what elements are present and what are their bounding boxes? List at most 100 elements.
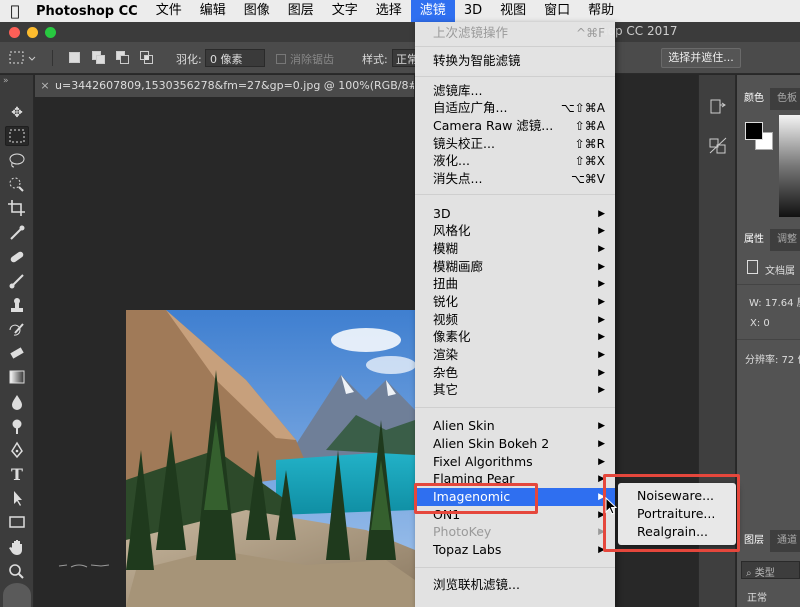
layer-filter-field[interactable]: ⌕ 类型 <box>741 561 800 579</box>
menu-help[interactable]: 帮助 <box>579 0 623 22</box>
document-tab-label: u=3442607809,1530356278&fm=27&gp=0.jpg @… <box>55 79 415 92</box>
zoom-tool-icon[interactable] <box>5 562 29 582</box>
menu-item-distort[interactable]: 扭曲 ▶ <box>415 275 615 293</box>
subtract-from-selection-button[interactable] <box>114 49 132 67</box>
tab-properties[interactable]: 属性 <box>737 229 770 251</box>
submenu-arrow-icon: ▶ <box>598 439 605 449</box>
menu-item-convert-smart-filter[interactable]: 转换为智能滤镜 <box>415 52 615 70</box>
submenu-arrow-icon: ▶ <box>598 279 605 289</box>
menu-type[interactable]: 文字 <box>323 0 367 22</box>
menu-item-3d[interactable]: 3D ▶ <box>415 205 615 223</box>
blend-mode-select[interactable]: 正常 <box>747 589 767 604</box>
menu-layer[interactable]: 图层 <box>279 0 323 22</box>
menu-item-sharpen[interactable]: 锐化 ▶ <box>415 293 615 311</box>
apple-icon[interactable]:  <box>0 2 30 20</box>
menu-item-adaptive-wide-angle[interactable]: 自适应广角... ⌥⇧⌘A <box>415 99 615 117</box>
menu-item-fixel-algorithms[interactable]: Fixel Algorithms ▶ <box>415 453 615 471</box>
x-readout: X: 0 <box>750 318 770 329</box>
tab-color[interactable]: 颜色 <box>737 88 770 110</box>
tab-channels[interactable]: 通道 <box>770 530 797 552</box>
path-selection-tool-icon[interactable] <box>5 489 29 509</box>
app-menu[interactable]: Photoshop CC <box>30 4 147 19</box>
menu-item-camera-raw[interactable]: Camera Raw 滤镜... ⇧⌘A <box>415 117 615 135</box>
menu-item-label: Camera Raw 滤镜... <box>433 118 554 133</box>
quick-selection-tool-icon[interactable] <box>5 175 29 195</box>
menu-edit[interactable]: 编辑 <box>191 0 235 22</box>
eyedropper-tool-icon[interactable] <box>5 224 29 244</box>
menu-item-photokey[interactable]: PhotoKey ▶ <box>415 523 615 541</box>
menu-file[interactable]: 文件 <box>147 0 191 22</box>
history-brush-tool-icon[interactable] <box>5 320 29 340</box>
clone-stamp-tool-icon[interactable] <box>5 296 29 316</box>
zoom-window-button[interactable] <box>45 27 56 38</box>
hand-tool-icon[interactable] <box>5 538 29 558</box>
document-tab[interactable]: × u=3442607809,1530356278&fm=27&gp=0.jpg … <box>35 75 415 97</box>
menu-filter[interactable]: 滤镜 <box>410 0 455 22</box>
select-and-mask-button[interactable]: 选择并遮住... <box>661 48 741 68</box>
blur-tool-icon[interactable] <box>5 393 29 413</box>
menu-item-label: 其它 <box>433 382 459 397</box>
feather-input[interactable]: 0 像素 <box>205 49 265 67</box>
close-window-button[interactable] <box>9 27 20 38</box>
menu-item-other[interactable]: 其它 ▶ <box>415 381 615 399</box>
menu-item-vanishing-point[interactable]: 消失点... ⌥⌘V <box>415 170 615 188</box>
collapse-toolbar-icon[interactable]: » <box>3 76 9 86</box>
filter-dropdown-menu: 上次滤镜操作 ^⌘F 转换为智能滤镜 滤镜库... 自适应广角... ⌥⇧⌘A Ca… <box>415 22 615 607</box>
menu-select[interactable]: 选择 <box>367 0 411 22</box>
menu-3d[interactable]: 3D <box>455 0 491 22</box>
minimize-window-button[interactable] <box>27 27 38 38</box>
history-panel-icon[interactable] <box>707 97 729 119</box>
rectangle-tool-icon[interactable] <box>5 513 29 533</box>
eraser-tool-icon[interactable] <box>5 344 29 364</box>
document-canvas[interactable] <box>35 97 415 607</box>
shortcut-label: ⌥⌘V <box>570 172 605 186</box>
rectangular-marquee-tool-icon[interactable] <box>5 126 29 146</box>
color-picker-field[interactable] <box>779 115 800 217</box>
move-tool-icon[interactable]: ✥ <box>5 103 29 123</box>
tab-swatches[interactable]: 色板 <box>770 88 797 110</box>
menu-item-render[interactable]: 渲染 ▶ <box>415 346 615 364</box>
menu-item-noise[interactable]: 杂色 ▶ <box>415 364 615 382</box>
menu-item-pixelate[interactable]: 像素化 ▶ <box>415 328 615 346</box>
intersect-selection-button[interactable] <box>138 49 156 67</box>
new-selection-button[interactable] <box>66 49 84 67</box>
close-tab-icon[interactable]: × <box>35 75 55 97</box>
antialias-checkbox[interactable]: 消除锯齿 <box>276 51 334 67</box>
crop-tool-icon[interactable] <box>5 199 29 219</box>
submenu-arrow-icon: ▶ <box>598 332 605 342</box>
menu-item-alien-skin-bokeh[interactable]: Alien Skin Bokeh 2 ▶ <box>415 435 615 453</box>
paths-panel-icon[interactable] <box>707 135 729 157</box>
right-panels: 颜色色板 属性调整 文档属 W: 17.64 厘 X: 0 分辨率: 72 像 … <box>737 75 800 607</box>
window-titlebar: hop CC 2017 <box>0 22 800 42</box>
brush-tool-icon[interactable] <box>5 272 29 292</box>
gradient-tool-icon[interactable] <box>5 368 29 388</box>
menu-item-last-filter[interactable]: 上次滤镜操作 ^⌘F <box>415 24 615 42</box>
menu-window[interactable]: 窗口 <box>535 0 579 22</box>
menu-item-video[interactable]: 视频 ▶ <box>415 311 615 329</box>
menu-item-topaz-labs[interactable]: Topaz Labs ▶ <box>415 541 615 559</box>
foreground-color-swatch[interactable] <box>745 122 763 140</box>
menu-item-browse-filters-online[interactable]: 浏览联机滤镜... <box>415 576 615 594</box>
menu-view[interactable]: 视图 <box>491 0 535 22</box>
type-tool-icon[interactable]: T <box>5 465 29 485</box>
menu-item-stylize[interactable]: 风格化 ▶ <box>415 222 615 240</box>
tab-adjustments[interactable]: 调整 <box>770 229 797 251</box>
divider <box>737 339 800 340</box>
pen-tool-icon[interactable] <box>5 441 29 461</box>
menu-separator <box>415 76 615 77</box>
landscape-photo <box>126 310 415 607</box>
tab-layers[interactable]: 图层 <box>737 530 770 552</box>
marquee-preset-picker[interactable] <box>8 49 38 67</box>
lasso-tool-icon[interactable] <box>5 151 29 171</box>
menu-item-liquify[interactable]: 液化... ⇧⌘X <box>415 152 615 170</box>
add-to-selection-button[interactable] <box>90 49 108 67</box>
menu-item-alien-skin[interactable]: Alien Skin ▶ <box>415 417 615 435</box>
dodge-tool-icon[interactable] <box>5 417 29 437</box>
healing-brush-tool-icon[interactable] <box>5 248 29 268</box>
annotation-highlight-box <box>414 483 538 514</box>
menu-item-filter-gallery[interactable]: 滤镜库... <box>415 82 615 100</box>
menu-image[interactable]: 图像 <box>235 0 279 22</box>
menu-item-lens-correction[interactable]: 镜头校正... ⇧⌘R <box>415 135 615 153</box>
menu-item-blur[interactable]: 模糊 ▶ <box>415 240 615 258</box>
menu-item-blur-gallery[interactable]: 模糊画廊 ▶ <box>415 258 615 276</box>
